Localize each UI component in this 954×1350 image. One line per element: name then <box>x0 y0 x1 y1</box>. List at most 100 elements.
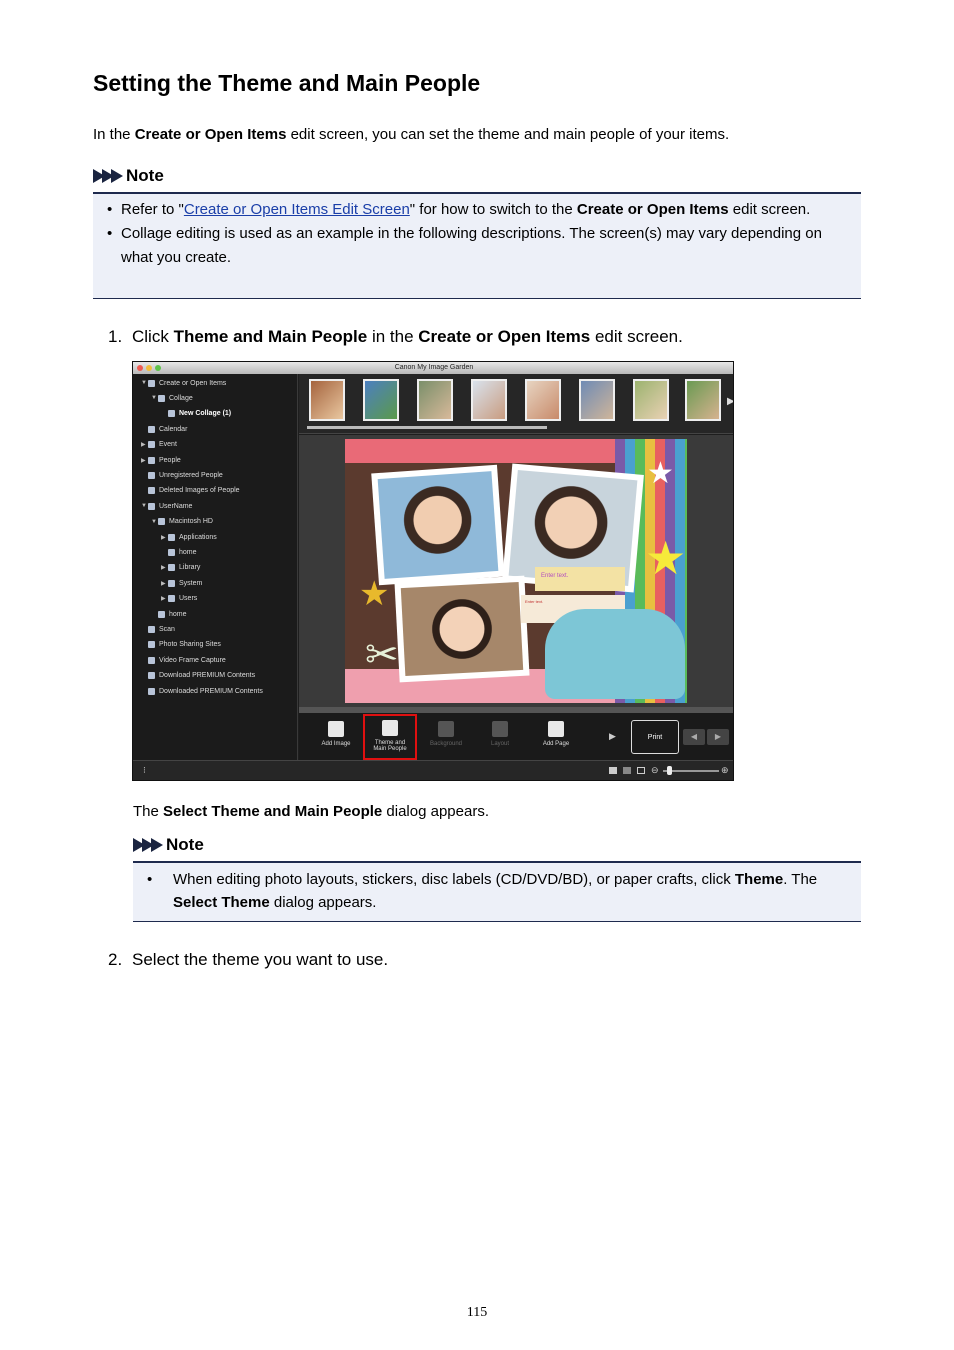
disclosure-icon[interactable]: ▶ <box>161 564 168 571</box>
print-button[interactable]: Print <box>631 720 679 754</box>
disclosure-icon[interactable]: ▶ <box>161 580 168 587</box>
sidebar-item[interactable]: Photo Sharing Sites <box>141 640 221 650</box>
theme-main-people-button[interactable]: Theme and Main People <box>363 714 417 760</box>
intro-paragraph: In the Create or Open Items edit screen,… <box>93 126 730 143</box>
folder-icon <box>148 687 155 695</box>
disclosure-icon[interactable]: ▶ <box>161 595 168 602</box>
folder-icon <box>168 548 175 556</box>
sidebar-item[interactable]: ▶ Event <box>141 440 177 450</box>
disclosure-icon[interactable]: ▼ <box>141 503 148 509</box>
folder-icon <box>168 595 175 603</box>
disclosure-icon[interactable]: ▶ <box>141 441 148 448</box>
close-icon[interactable] <box>137 365 143 371</box>
sidebar-item-label: People <box>159 456 181 464</box>
scissors-icon: ✂ <box>365 633 399 677</box>
folder-icon <box>148 641 155 649</box>
edit-canvas: Enter text. Enter text. ★ ★ ★ ✂ <box>299 435 733 707</box>
window-titlebar: Canon My Image Garden <box>133 362 733 374</box>
sidebar-item[interactable]: ▼ Macintosh HD <box>151 517 213 527</box>
note-label: Note <box>166 835 204 854</box>
disclosure-icon[interactable]: ▶ <box>141 457 148 464</box>
sidebar-item[interactable]: ▼ Create or Open Items <box>141 378 226 388</box>
thumbnail[interactable] <box>633 379 669 421</box>
sidebar-item[interactable]: New Collage (1) <box>161 409 231 419</box>
zoom-icon[interactable] <box>155 365 161 371</box>
sidebar-item[interactable]: Downloaded PREMIUM Contents <box>141 686 263 696</box>
disclosure-icon[interactable]: ▼ <box>141 380 148 386</box>
star-icon: ★ <box>359 575 390 613</box>
folder-icon <box>168 579 175 587</box>
sidebar-item-label: home <box>169 610 187 618</box>
sidebar-item[interactable]: ▶ People <box>141 455 181 465</box>
note-item: When editing photo layouts, stickers, di… <box>133 868 861 914</box>
sidebar-item-label: home <box>179 548 197 556</box>
disclosure-icon[interactable]: ▼ <box>151 519 158 525</box>
sidebar-item[interactable]: ▶ Users <box>161 594 197 604</box>
add-page-button[interactable]: Add Page <box>531 717 581 757</box>
sidebar-item[interactable]: ▼ Collage <box>151 393 193 403</box>
step-2: 2. Select the theme you want to use. <box>108 950 389 969</box>
sidebar-item-label: New Collage (1) <box>179 410 232 418</box>
theme-people-icon <box>382 720 398 736</box>
menu-icon[interactable]: ⁝ <box>143 765 146 776</box>
sidebar-item[interactable]: Unregistered People <box>141 470 223 480</box>
collage-page[interactable]: Enter text. Enter text. ★ ★ ★ ✂ <box>345 439 687 703</box>
sidebar-item[interactable]: Scan <box>141 624 175 634</box>
thumbnail[interactable] <box>471 379 507 421</box>
note-item: Collage editing is used as an example in… <box>93 222 861 270</box>
minimize-icon[interactable] <box>146 365 152 371</box>
note-heading: Note <box>133 835 204 855</box>
window-title: Canon My Image Garden <box>394 364 474 371</box>
folder-icon <box>158 394 165 402</box>
next-page-icon[interactable]: ▶ <box>707 729 729 745</box>
fit-icon[interactable] <box>637 767 645 774</box>
disclosure-icon[interactable]: ▼ <box>151 395 158 401</box>
background-button[interactable]: Background <box>421 717 471 757</box>
thumbnail[interactable] <box>309 379 345 421</box>
sidebar-item[interactable]: home <box>151 609 187 619</box>
thumbnail[interactable] <box>579 379 615 421</box>
note-box: Refer to "Create or Open Items Edit Scre… <box>93 192 861 299</box>
folder-icon <box>148 379 155 387</box>
sidebar-item[interactable]: ▶ System <box>161 578 202 588</box>
folder-icon <box>168 410 175 418</box>
thumbnail[interactable] <box>685 379 721 421</box>
text-box[interactable]: Enter text. <box>535 567 625 591</box>
sidebar-item[interactable]: ▼ UserName <box>141 501 192 511</box>
sidebar-item[interactable]: ▶ Applications <box>161 532 217 542</box>
add-image-button[interactable]: Add Image <box>311 717 361 757</box>
thumbnail-view-icon[interactable] <box>609 767 617 774</box>
status-bar: ⁝ ⊖ ⊕ <box>133 760 733 780</box>
thumbnail-scrollbar[interactable] <box>307 426 547 429</box>
folder-icon <box>158 518 165 526</box>
zoom-out-icon[interactable]: ⊖ <box>651 765 659 776</box>
elephant-sticker[interactable] <box>545 609 685 699</box>
folder-icon <box>148 425 155 433</box>
grid-view-icon[interactable] <box>623 767 631 774</box>
prev-page-icon[interactable]: ◀ <box>683 729 705 745</box>
toolbar-scroll-icon[interactable]: ▶ <box>609 731 616 742</box>
layout-button[interactable]: Layout <box>475 717 525 757</box>
sidebar-item-label: UserName <box>159 502 193 510</box>
thumbnail[interactable] <box>417 379 453 421</box>
sidebar-item[interactable]: Calendar <box>141 424 187 434</box>
sidebar-item-label: Applications <box>179 533 217 541</box>
sidebar-item-label: Video Frame Capture <box>159 656 226 664</box>
create-open-items-link[interactable]: Create or Open Items Edit Screen <box>184 201 410 218</box>
thumbnail[interactable] <box>363 379 399 421</box>
note-arrow-icon <box>133 838 163 852</box>
sidebar-item[interactable]: Video Frame Capture <box>141 655 226 665</box>
sidebar-item-label: Event <box>159 441 177 449</box>
folder-icon <box>148 471 155 479</box>
sidebar-item[interactable]: ▶ Library <box>161 563 200 573</box>
zoom-in-icon[interactable]: ⊕ <box>721 765 729 776</box>
zoom-slider-handle[interactable] <box>667 766 672 775</box>
disclosure-icon[interactable]: ▶ <box>161 534 168 541</box>
folder-icon <box>158 610 165 618</box>
sidebar-item[interactable]: home <box>161 547 197 557</box>
sidebar-item[interactable]: Download PREMIUM Contents <box>141 671 255 681</box>
thumbnail[interactable] <box>525 379 561 421</box>
sidebar-item[interactable]: Deleted Images of People <box>141 486 240 496</box>
sidebar-item-label: System <box>179 579 203 587</box>
scroll-right-icon[interactable]: ▶ <box>727 396 733 407</box>
